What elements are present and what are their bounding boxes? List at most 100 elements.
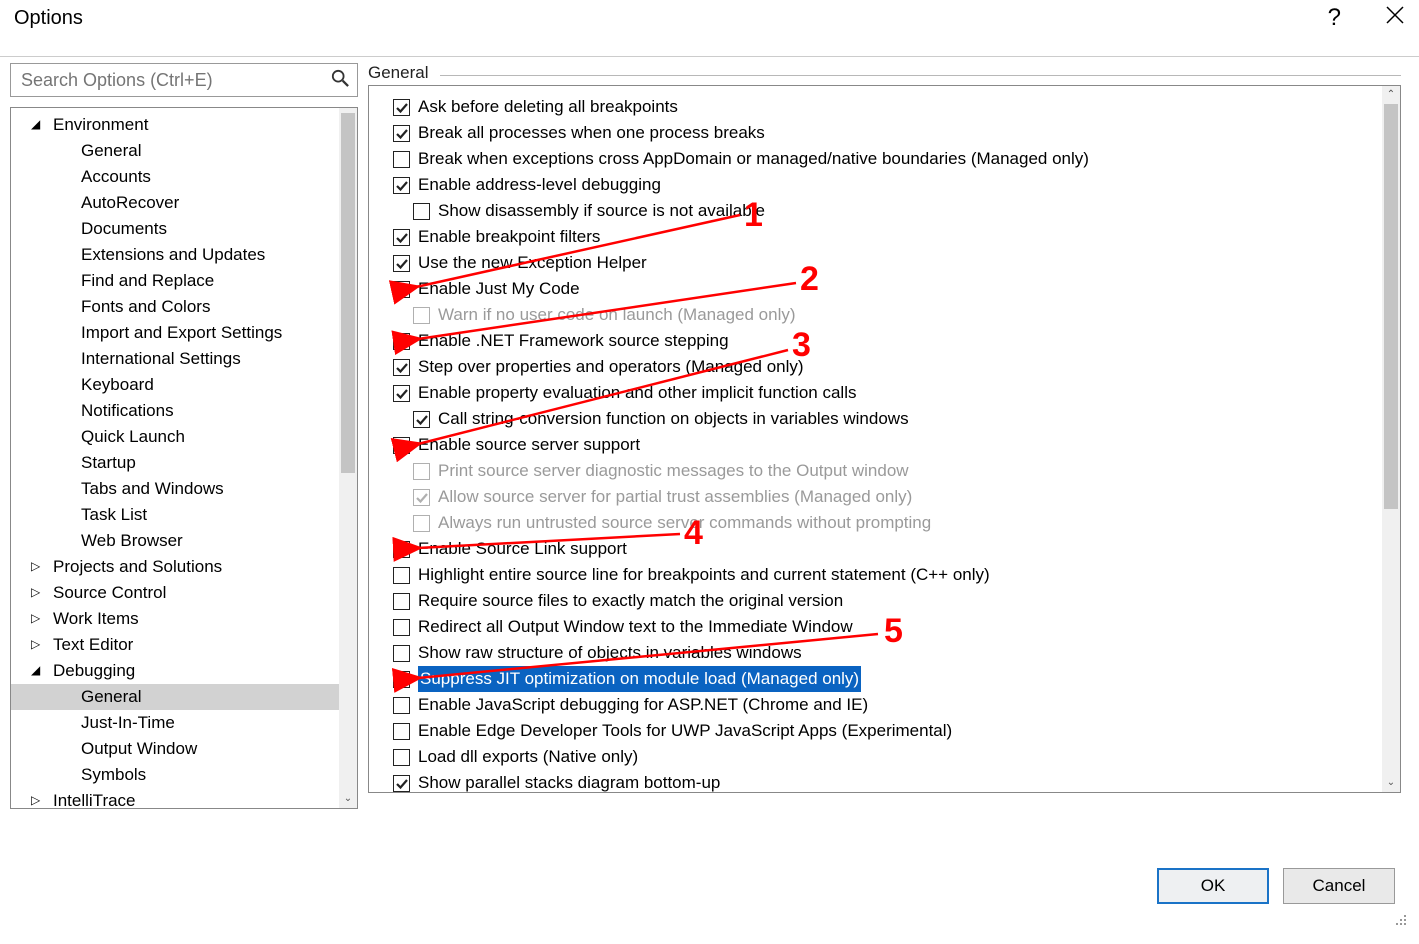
category-tree[interactable]: ◢EnvironmentGeneralAccountsAutoRecoverDo… <box>10 107 358 809</box>
tree-item[interactable]: Find and Replace <box>11 268 357 294</box>
option-row[interactable]: Highlight entire source line for breakpo… <box>375 562 1380 588</box>
option-label: Enable breakpoint filters <box>418 224 600 250</box>
option-row[interactable]: Show parallel stacks diagram bottom-up <box>375 770 1380 796</box>
tree-item[interactable]: Tabs and Windows <box>11 476 357 502</box>
checkbox[interactable] <box>413 203 430 220</box>
option-row[interactable]: Load dll exports (Native only) <box>375 744 1380 770</box>
checkbox[interactable] <box>393 619 410 636</box>
checkbox[interactable] <box>393 437 410 454</box>
checkbox[interactable] <box>393 125 410 142</box>
option-row[interactable]: Enable Edge Developer Tools for UWP Java… <box>375 718 1380 744</box>
tree-item[interactable]: ◢Debugging <box>11 658 357 684</box>
checkbox[interactable] <box>393 697 410 714</box>
checkbox[interactable] <box>393 255 410 272</box>
option-row[interactable]: Suppress JIT optimization on module load… <box>375 666 1380 692</box>
option-label: Break all processes when one process bre… <box>418 120 765 146</box>
tree-item[interactable]: ◢Environment <box>11 112 357 138</box>
tree-item[interactable]: Documents <box>11 216 357 242</box>
tree-item[interactable]: Notifications <box>11 398 357 424</box>
option-label: Enable .NET Framework source stepping <box>418 328 729 354</box>
resize-grip-icon[interactable] <box>1393 912 1407 926</box>
annotation-3: 3 <box>792 326 811 365</box>
tree-item[interactable]: General <box>11 138 357 164</box>
tree-item[interactable]: ▷Work Items <box>11 606 357 632</box>
option-row[interactable]: Show raw structure of objects in variabl… <box>375 640 1380 666</box>
checkbox[interactable] <box>393 749 410 766</box>
checkbox[interactable] <box>393 567 410 584</box>
option-row[interactable]: Break all processes when one process bre… <box>375 120 1380 146</box>
option-row[interactable]: Enable breakpoint filters <box>375 224 1380 250</box>
scroll-up-icon[interactable]: ⌃ <box>1382 86 1400 104</box>
option-row[interactable]: Redirect all Output Window text to the I… <box>375 614 1380 640</box>
checkbox[interactable] <box>393 541 410 558</box>
checkbox[interactable] <box>393 723 410 740</box>
checkbox[interactable] <box>393 645 410 662</box>
option-row[interactable]: Enable source server support <box>375 432 1380 458</box>
option-row[interactable]: Show disassembly if source is not availa… <box>375 198 1380 224</box>
tree-item-label: Quick Launch <box>81 424 185 450</box>
annotation-5: 5 <box>884 612 903 651</box>
option-row[interactable]: Require source files to exactly match th… <box>375 588 1380 614</box>
close-icon[interactable] <box>1385 4 1405 32</box>
tree-item[interactable]: Startup <box>11 450 357 476</box>
tree-item[interactable]: Keyboard <box>11 372 357 398</box>
option-row[interactable]: Enable .NET Framework source stepping <box>375 328 1380 354</box>
ok-button[interactable]: OK <box>1157 868 1269 904</box>
tree-item-label: Debugging <box>53 658 135 684</box>
scrollbar-thumb[interactable] <box>1384 104 1398 509</box>
checkbox[interactable] <box>393 593 410 610</box>
help-icon[interactable]: ? <box>1328 4 1341 32</box>
option-row[interactable]: Enable JavaScript debugging for ASP.NET … <box>375 692 1380 718</box>
tree-item[interactable]: Output Window <box>11 736 357 762</box>
checkbox[interactable] <box>393 359 410 376</box>
option-row[interactable]: Ask before deleting all breakpoints <box>375 94 1380 120</box>
tree-item[interactable]: ▷IntelliTrace <box>11 788 357 809</box>
tree-item[interactable]: General <box>11 684 357 710</box>
scrollbar-thumb[interactable] <box>341 113 355 473</box>
checkbox[interactable] <box>393 177 410 194</box>
options-scrollbar[interactable]: ⌃ ⌄ <box>1382 86 1400 792</box>
option-row[interactable]: Break when exceptions cross AppDomain or… <box>375 146 1380 172</box>
checkbox[interactable] <box>393 99 410 116</box>
checkbox[interactable] <box>393 671 410 688</box>
tree-item[interactable]: Task List <box>11 502 357 528</box>
tree-item-label: Environment <box>53 112 148 138</box>
option-row[interactable]: Call string-conversion function on objec… <box>375 406 1380 432</box>
tree-item-label: Documents <box>81 216 167 242</box>
tree-item[interactable]: Symbols <box>11 762 357 788</box>
checkbox[interactable] <box>393 229 410 246</box>
search-input-wrap[interactable] <box>10 63 358 97</box>
scroll-down-icon[interactable]: ⌄ <box>1382 774 1400 792</box>
tree-item[interactable]: Extensions and Updates <box>11 242 357 268</box>
tree-item[interactable]: AutoRecover <box>11 190 357 216</box>
option-row[interactable]: Step over properties and operators (Mana… <box>375 354 1380 380</box>
tree-item[interactable]: Fonts and Colors <box>11 294 357 320</box>
tree-scrollbar[interactable]: ⌄ <box>339 108 357 808</box>
checkbox[interactable] <box>413 411 430 428</box>
tree-item[interactable]: International Settings <box>11 346 357 372</box>
tree-item[interactable]: Import and Export Settings <box>11 320 357 346</box>
checkbox[interactable] <box>393 333 410 350</box>
checkbox[interactable] <box>393 281 410 298</box>
tree-item[interactable]: Quick Launch <box>11 424 357 450</box>
checkbox[interactable] <box>393 151 410 168</box>
cancel-button[interactable]: Cancel <box>1283 868 1395 904</box>
tree-item[interactable]: Accounts <box>11 164 357 190</box>
search-input[interactable] <box>19 69 331 92</box>
option-row[interactable]: Enable Just My Code <box>375 276 1380 302</box>
option-label: Enable Edge Developer Tools for UWP Java… <box>418 718 952 744</box>
checkbox[interactable] <box>393 385 410 402</box>
option-row: Allow source server for partial trust as… <box>375 484 1380 510</box>
tree-item[interactable]: ▷Projects and Solutions <box>11 554 357 580</box>
option-row[interactable]: Enable Source Link support <box>375 536 1380 562</box>
tree-item[interactable]: Just-In-Time <box>11 710 357 736</box>
option-row[interactable]: Enable property evaluation and other imp… <box>375 380 1380 406</box>
search-icon[interactable] <box>331 69 349 92</box>
option-row[interactable]: Enable address-level debugging <box>375 172 1380 198</box>
checkbox[interactable] <box>393 775 410 792</box>
tree-item[interactable]: ▷Source Control <box>11 580 357 606</box>
scroll-down-icon[interactable]: ⌄ <box>339 790 357 808</box>
tree-item[interactable]: ▷Text Editor <box>11 632 357 658</box>
tree-item[interactable]: Web Browser <box>11 528 357 554</box>
option-row[interactable]: Use the new Exception Helper <box>375 250 1380 276</box>
